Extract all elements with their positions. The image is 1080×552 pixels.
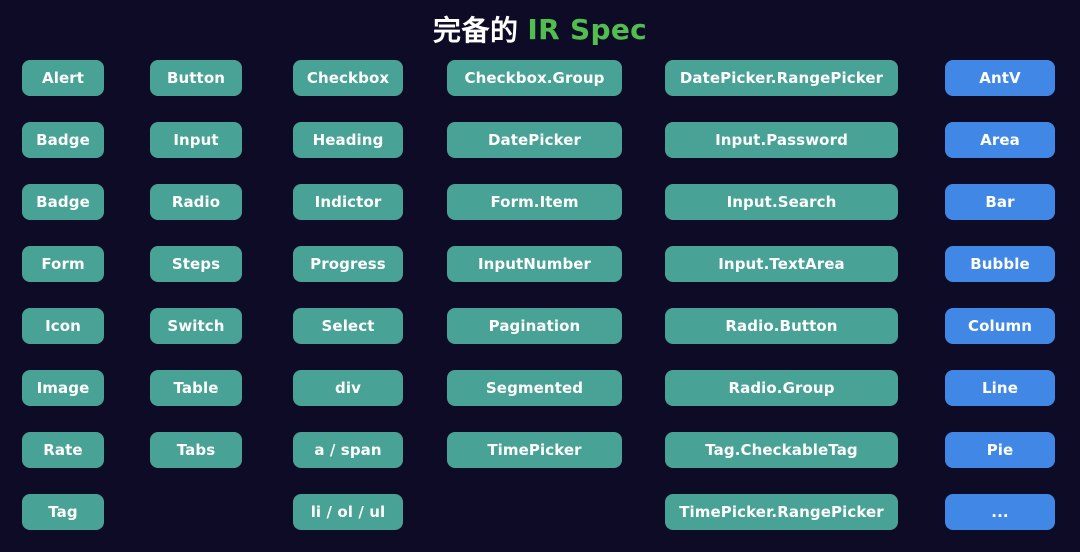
component-pill[interactable]: Tabs xyxy=(150,432,242,468)
component-pill[interactable]: TimePicker.RangePicker xyxy=(665,494,898,530)
component-pill[interactable]: Badge xyxy=(22,184,104,220)
component-pill[interactable]: Bar xyxy=(945,184,1055,220)
component-pill[interactable]: Radio.Group xyxy=(665,370,898,406)
component-pill[interactable]: Pagination xyxy=(447,308,622,344)
component-pill[interactable]: Form xyxy=(22,246,104,282)
component-pill[interactable]: Radio xyxy=(150,184,242,220)
component-pill[interactable]: Image xyxy=(22,370,104,406)
component-pill[interactable]: Switch xyxy=(150,308,242,344)
component-pill[interactable]: div xyxy=(293,370,403,406)
component-pill[interactable]: Indictor xyxy=(293,184,403,220)
component-pill[interactable]: Line xyxy=(945,370,1055,406)
component-pill[interactable]: Column xyxy=(945,308,1055,344)
component-column-5: DatePicker.RangePicker Input.Password In… xyxy=(665,60,898,530)
component-pill[interactable]: Tag.CheckableTag xyxy=(665,432,898,468)
component-column-3: Checkbox Heading Indictor Progress Selec… xyxy=(293,60,403,530)
component-pill-more[interactable]: ... xyxy=(945,494,1055,530)
component-pill[interactable]: Input.Search xyxy=(665,184,898,220)
component-pill[interactable]: TimePicker xyxy=(447,432,622,468)
component-pill[interactable]: DatePicker.RangePicker xyxy=(665,60,898,96)
component-pill[interactable]: InputNumber xyxy=(447,246,622,282)
component-pill[interactable]: Checkbox xyxy=(293,60,403,96)
component-pill[interactable]: Segmented xyxy=(447,370,622,406)
component-pill[interactable]: Checkbox.Group xyxy=(447,60,622,96)
component-pill[interactable]: DatePicker xyxy=(447,122,622,158)
component-pill[interactable]: a / span xyxy=(293,432,403,468)
component-column-2: Button Input Radio Steps Switch Table Ta… xyxy=(150,60,242,530)
component-pill[interactable]: Steps xyxy=(150,246,242,282)
component-pill[interactable]: Radio.Button xyxy=(665,308,898,344)
component-pill[interactable]: Tag xyxy=(22,494,104,530)
component-pill[interactable]: Input xyxy=(150,122,242,158)
component-column-4: Checkbox.Group DatePicker Form.Item Inpu… xyxy=(447,60,622,530)
component-pill[interactable]: Form.Item xyxy=(447,184,622,220)
component-pill[interactable]: Table xyxy=(150,370,242,406)
component-pill[interactable]: Pie xyxy=(945,432,1055,468)
component-pill[interactable]: Input.Password xyxy=(665,122,898,158)
ir-spec-page: 完备的 IR Spec Alert Badge Badge Form Icon … xyxy=(0,0,1080,552)
component-grid: Alert Badge Badge Form Icon Image Rate T… xyxy=(0,60,1080,552)
component-pill[interactable]: Heading xyxy=(293,122,403,158)
page-title: 完备的 IR Spec xyxy=(0,8,1080,50)
component-pill[interactable]: Area xyxy=(945,122,1055,158)
component-pill[interactable]: Rate xyxy=(22,432,104,468)
component-pill[interactable]: Alert xyxy=(22,60,104,96)
page-title-chinese: 完备的 xyxy=(432,14,519,47)
page-title-separator xyxy=(518,13,527,46)
page-title-english: IR Spec xyxy=(527,12,648,46)
component-pill[interactable]: Button xyxy=(150,60,242,96)
component-pill[interactable]: Badge xyxy=(22,122,104,158)
component-pill[interactable]: Progress xyxy=(293,246,403,282)
component-pill[interactable]: Icon xyxy=(22,308,104,344)
component-pill[interactable]: li / ol / ul xyxy=(293,494,403,530)
component-column-6: AntV Area Bar Bubble Column Line Pie ... xyxy=(945,60,1055,530)
component-pill[interactable]: Select xyxy=(293,308,403,344)
component-pill[interactable]: Bubble xyxy=(945,246,1055,282)
component-pill[interactable]: Input.TextArea xyxy=(665,246,898,282)
component-pill[interactable]: AntV xyxy=(945,60,1055,96)
component-column-1: Alert Badge Badge Form Icon Image Rate T… xyxy=(22,60,104,530)
